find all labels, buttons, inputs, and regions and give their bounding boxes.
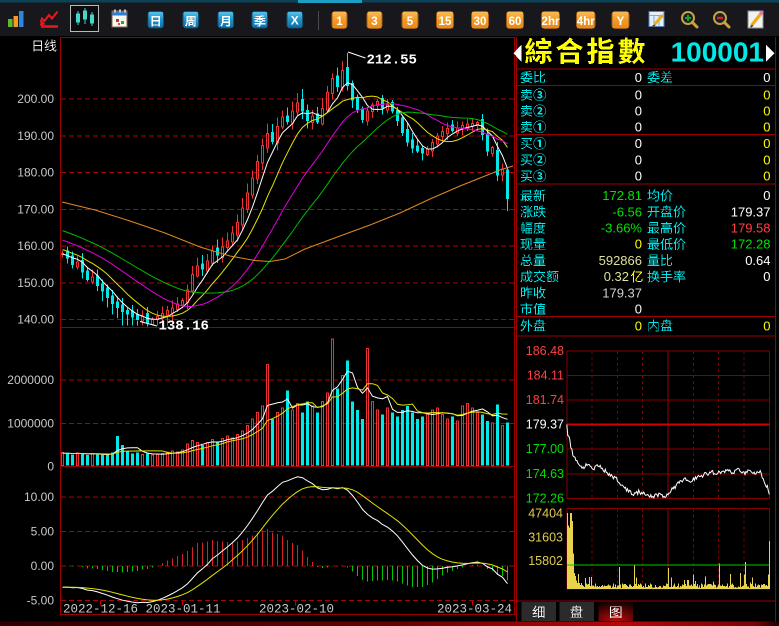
svg-text:0: 0 (763, 70, 770, 85)
svg-text:0: 0 (635, 104, 642, 119)
svg-text:0: 0 (635, 318, 642, 333)
svg-text:181.74: 181.74 (526, 393, 564, 407)
svg-text:179.58: 179.58 (731, 221, 771, 236)
svg-text:30: 30 (474, 16, 487, 28)
svg-text:0: 0 (763, 120, 770, 135)
svg-text:0: 0 (635, 70, 642, 85)
svg-text:179.37: 179.37 (526, 418, 564, 432)
svg-text:0: 0 (763, 136, 770, 151)
svg-text:0: 0 (763, 188, 770, 203)
svg-text:140.00: 140.00 (17, 313, 54, 327)
svg-text:X: X (291, 14, 299, 28)
svg-text:31603: 31603 (528, 531, 563, 545)
svg-text:0.64: 0.64 (745, 253, 770, 268)
svg-text:0: 0 (635, 136, 642, 151)
svg-text:3: 3 (371, 16, 377, 28)
svg-text:179.37: 179.37 (602, 285, 642, 300)
svg-text:0.32: 0.32 (604, 269, 629, 284)
svg-text:-5.00: -5.00 (27, 593, 55, 607)
svg-text:592866: 592866 (599, 253, 642, 268)
svg-text:190.00: 190.00 (17, 129, 54, 143)
svg-text:2023-03-24: 2023-03-24 (437, 603, 512, 617)
svg-text:177.00: 177.00 (526, 442, 564, 456)
svg-text:0: 0 (763, 104, 770, 119)
svg-text:170.00: 170.00 (17, 202, 54, 216)
svg-text:0: 0 (763, 318, 770, 333)
svg-text:200.00: 200.00 (17, 92, 54, 106)
svg-text:0: 0 (635, 237, 642, 252)
svg-text:172.26: 172.26 (526, 491, 564, 505)
svg-text:0: 0 (763, 269, 770, 284)
svg-text:0: 0 (763, 152, 770, 167)
svg-text:10.00: 10.00 (24, 490, 54, 504)
svg-text:1000000: 1000000 (7, 416, 54, 430)
svg-text:0: 0 (635, 88, 642, 103)
svg-text:212.55: 212.55 (367, 53, 417, 69)
svg-text:0: 0 (763, 169, 770, 184)
svg-text:15: 15 (439, 16, 452, 28)
svg-text:47404: 47404 (528, 507, 563, 521)
svg-text:2023-01-11: 2023-01-11 (146, 603, 221, 617)
svg-text:184.11: 184.11 (527, 368, 564, 382)
svg-text:5.00: 5.00 (31, 524, 55, 538)
svg-text:160.00: 160.00 (17, 239, 54, 253)
svg-text:0: 0 (635, 120, 642, 135)
svg-text:-6.56: -6.56 (612, 204, 642, 219)
svg-text:174.63: 174.63 (526, 467, 564, 481)
svg-text:0: 0 (635, 302, 642, 317)
svg-text:2023-02-10: 2023-02-10 (259, 603, 334, 617)
svg-text:15802: 15802 (528, 554, 563, 568)
svg-text:0: 0 (47, 460, 54, 474)
svg-text:5: 5 (407, 16, 414, 28)
svg-text:172.28: 172.28 (731, 237, 771, 252)
svg-text:Y: Y (617, 16, 625, 28)
svg-text:-3.66%: -3.66% (601, 221, 643, 236)
svg-text:4hr: 4hr (577, 16, 595, 28)
svg-text:179.37: 179.37 (731, 204, 771, 219)
svg-text:2000000: 2000000 (7, 373, 54, 387)
svg-text:60: 60 (509, 16, 522, 28)
svg-text:186.48: 186.48 (526, 344, 564, 358)
svg-text:150.00: 150.00 (17, 276, 54, 290)
svg-text:2hr: 2hr (542, 16, 560, 28)
svg-text:180.00: 180.00 (17, 166, 54, 180)
svg-text:0: 0 (635, 152, 642, 167)
svg-text:172.81: 172.81 (602, 188, 642, 203)
svg-text:0.00: 0.00 (31, 559, 55, 573)
svg-text:100001: 100001 (671, 37, 764, 68)
svg-text:138.16: 138.16 (159, 319, 209, 335)
svg-text:1: 1 (336, 16, 343, 28)
svg-text:0: 0 (635, 169, 642, 184)
svg-text:0: 0 (763, 88, 770, 103)
